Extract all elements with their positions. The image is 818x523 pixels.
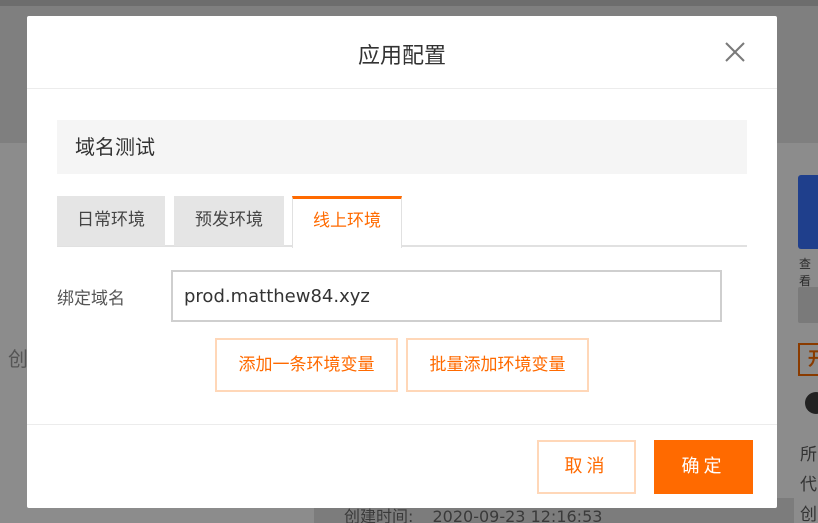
background-right-text: 所 代 创 [800,440,817,523]
app-config-dialog: 应用配置 域名测试 日常环境 预发环境 线上环境 绑定域名 添加一条环境变量 批… [27,16,777,508]
confirm-button[interactable]: 确定 [654,440,753,494]
tab-daily-env[interactable]: 日常环境 [57,196,165,246]
background-right-line: 创 [800,505,817,523]
dialog-title: 应用配置 [357,44,446,69]
created-value: 2020-09-23 12:16:53 [432,507,603,523]
background-left-text: 创 [8,347,28,371]
dialog-header: 应用配置 [27,16,777,89]
app-name: 域名测试 [57,120,747,174]
domain-label: 绑定域名 [57,289,125,309]
background-top-strip [0,0,818,6]
background-primary-button [798,175,818,249]
environment-tabs: 日常环境 预发环境 线上环境 [57,196,747,248]
tab-prod-env[interactable]: 线上环境 [292,196,402,248]
add-env-var-button[interactable]: 添加一条环境变量 [215,338,398,392]
close-button[interactable] [723,40,747,64]
background-view-label: 查看 [799,257,812,288]
tab-pre-env[interactable]: 预发环境 [174,196,284,246]
domain-input[interactable] [171,270,722,322]
background-gray-box [798,287,818,323]
background-tag: 开 [798,343,818,376]
background-right-line: 所 [800,445,817,465]
created-label: 创建时间: [344,507,414,523]
close-icon [725,42,745,62]
batch-add-env-var-button[interactable]: 批量添加环境变量 [406,338,589,392]
cancel-button[interactable]: 取消 [537,440,636,494]
background-right-line: 代 [800,475,817,495]
